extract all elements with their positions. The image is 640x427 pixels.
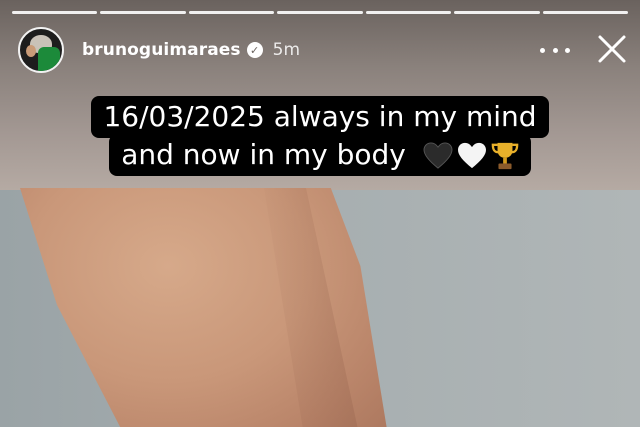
dot bbox=[552, 47, 558, 53]
verified-badge-icon: ✓ bbox=[246, 42, 263, 58]
progress-segment bbox=[277, 11, 363, 14]
dot bbox=[565, 47, 570, 53]
close-icon[interactable] bbox=[596, 33, 628, 65]
avatar-face bbox=[26, 45, 36, 57]
caption-emojis bbox=[423, 141, 519, 171]
progress-segment bbox=[542, 11, 628, 14]
story-progress-bar bbox=[12, 11, 628, 14]
story-time: 5m bbox=[272, 40, 301, 60]
white-heart-icon bbox=[457, 143, 486, 169]
progress-segment bbox=[188, 11, 275, 14]
progress-segment bbox=[100, 11, 186, 14]
avatar[interactable] bbox=[18, 27, 64, 73]
story-view[interactable]: brunoguimaraes ✓ 5m 16/03/2025 always in… bbox=[0, 0, 640, 427]
caption-text-1: 16/03/2025 always in my mind bbox=[103, 100, 537, 133]
caption-line-2: and now in my body bbox=[109, 134, 531, 177]
caption-text-2: and now in my body bbox=[121, 138, 406, 172]
progress-segment bbox=[12, 11, 98, 14]
progress-segment bbox=[365, 11, 452, 14]
progress-segment bbox=[454, 11, 540, 14]
more-options-icon[interactable] bbox=[540, 41, 570, 59]
story-caption: 16/03/2025 always in my mind and now in … bbox=[0, 96, 640, 177]
story-header: brunoguimaraes ✓ 5m bbox=[18, 27, 630, 73]
caption-line-1: 16/03/2025 always in my mind bbox=[91, 96, 549, 139]
dot bbox=[540, 47, 545, 53]
trophy-icon bbox=[491, 143, 519, 170]
avatar-shirt bbox=[38, 47, 60, 71]
black-heart-icon bbox=[423, 142, 453, 169]
username[interactable]: brunoguimaraes bbox=[82, 40, 241, 60]
